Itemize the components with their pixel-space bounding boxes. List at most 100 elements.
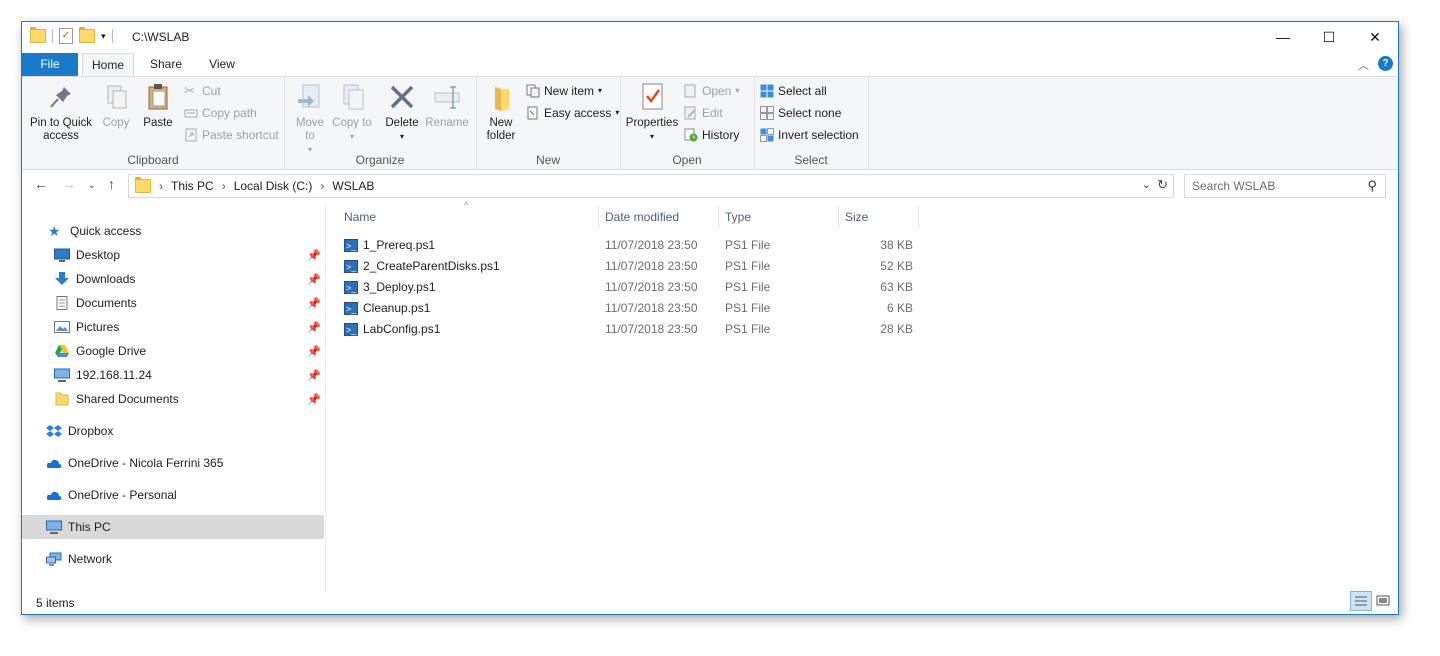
copy-to-button[interactable]: Copy to ▾ — [332, 81, 372, 143]
desktop-icon — [54, 248, 70, 262]
address-dropdown-icon[interactable]: ⌄ — [1142, 178, 1151, 191]
nav-google-drive[interactable]: Google Drive 📌 — [22, 339, 356, 363]
folder-icon — [54, 392, 70, 406]
history-button[interactable]: History — [684, 125, 739, 145]
column-separator[interactable] — [598, 206, 599, 228]
nav-network[interactable]: Network — [22, 547, 348, 571]
breadcrumb-local-disk[interactable]: Local Disk (C:) — [234, 179, 313, 193]
invert-selection-button[interactable]: Invert selection — [760, 125, 859, 145]
refresh-icon[interactable]: ↻ — [1157, 177, 1168, 193]
nav-shared-documents[interactable]: Shared Documents 📌 — [22, 387, 356, 411]
new-folder-label: New folder — [486, 117, 516, 142]
select-none-icon — [760, 106, 774, 120]
select-none-button[interactable]: Select none — [760, 103, 841, 123]
properties-icon[interactable]: ✓ — [59, 28, 73, 44]
paste-shortcut-button[interactable]: Paste shortcut — [184, 125, 279, 145]
file-row[interactable]: >_ 3_Deploy.ps1 11/07/2018 23:50 PS1 File… — [340, 277, 940, 298]
nav-onedrive-personal[interactable]: OneDrive - Personal — [22, 483, 348, 507]
nav-label: Pictures — [76, 320, 120, 334]
column-header-name[interactable]: Name — [344, 202, 594, 232]
copy-button[interactable]: Copy — [98, 81, 134, 130]
file-date: 11/07/2018 23:50 — [605, 259, 698, 273]
minimize-button[interactable]: — — [1260, 22, 1306, 52]
help-icon[interactable]: ? — [1378, 56, 1393, 71]
paste-button[interactable]: Paste — [138, 81, 178, 130]
search-input[interactable]: Search WSLAB ⚲ — [1184, 174, 1386, 198]
new-folder-button[interactable]: New folder — [480, 81, 522, 143]
breadcrumb-this-pc[interactable]: This PC — [171, 179, 214, 193]
up-arrow-icon[interactable]: ↑ — [108, 176, 115, 192]
nav-pictures[interactable]: Pictures 📌 — [22, 315, 356, 339]
easy-access-button[interactable]: Easy access ▾ — [526, 103, 619, 123]
powershell-file-icon: >_ — [344, 323, 358, 337]
copy-path-button[interactable]: Copy path — [184, 103, 257, 123]
large-icons-view-icon — [1376, 595, 1390, 606]
powershell-file-icon: >_ — [344, 239, 358, 253]
file-row[interactable]: >_ 2_CreateParentDisks.ps1 11/07/2018 23:… — [340, 256, 940, 277]
tab-view[interactable]: View — [198, 53, 246, 76]
maximize-button[interactable]: ☐ — [1306, 22, 1352, 52]
back-arrow-icon[interactable]: ← — [34, 176, 48, 192]
nav-documents[interactable]: Documents 📌 — [22, 291, 356, 315]
recent-locations-icon[interactable]: ⌄ — [88, 180, 96, 191]
ribbon-tabs: File Home Share View ︿ ? — [22, 53, 1398, 77]
forward-arrow-icon[interactable]: → — [62, 176, 76, 192]
select-none-label: Select none — [778, 106, 842, 120]
nav-downloads[interactable]: Downloads 📌 — [22, 267, 356, 291]
nav-label: Quick access — [70, 224, 142, 238]
pin-quick-access-button[interactable]: Pin to Quick access — [28, 81, 94, 143]
nav-desktop[interactable]: Desktop 📌 — [22, 243, 356, 267]
toolbar-separator — [111, 29, 113, 43]
column-separator[interactable] — [718, 206, 719, 228]
delete-button[interactable]: Delete ▾ — [382, 81, 422, 143]
details-view-button[interactable] — [1350, 591, 1372, 611]
pin-icon: 📌 — [307, 249, 321, 262]
rename-button[interactable]: Rename — [424, 81, 470, 130]
breadcrumb-wslab[interactable]: WSLAB — [332, 179, 374, 193]
paste-shortcut-label: Paste shortcut — [202, 128, 279, 142]
nav-quick-access[interactable]: ★ Quick access — [22, 219, 350, 243]
file-type: PS1 File — [725, 238, 771, 252]
pane-divider[interactable] — [325, 202, 326, 592]
cut-button[interactable]: ✂ Cut — [184, 81, 221, 101]
properties-button[interactable]: Properties ▾ — [624, 81, 680, 143]
nav-network-share[interactable]: 192.168.11.24 📌 — [22, 363, 356, 387]
file-date: 11/07/2018 23:50 — [605, 301, 698, 315]
move-to-button[interactable]: Move to ▾ — [290, 81, 330, 156]
file-row[interactable]: >_ 1_Prereq.ps1 11/07/2018 23:50 PS1 File… — [340, 235, 940, 256]
open-button[interactable]: Open ▾ — [684, 81, 739, 101]
file-size: 63 KB — [880, 280, 913, 294]
column-header-size[interactable]: Size — [845, 202, 915, 232]
new-item-label: New item — [544, 84, 595, 98]
nav-label: 192.168.11.24 — [76, 368, 152, 382]
nav-dropbox[interactable]: Dropbox — [22, 419, 348, 443]
clipboard-group-label: Clipboard — [127, 153, 179, 167]
nav-this-pc[interactable]: This PC — [22, 515, 324, 539]
column-separator[interactable] — [838, 206, 839, 228]
column-separator[interactable] — [918, 206, 919, 228]
select-group-label: Select — [794, 153, 828, 167]
rename-icon — [431, 81, 463, 113]
large-icons-view-button[interactable] — [1372, 591, 1394, 611]
select-all-button[interactable]: Select all — [760, 81, 827, 101]
collapse-ribbon-icon[interactable]: ︿ — [1358, 57, 1369, 73]
edit-button[interactable]: Edit — [684, 103, 723, 123]
column-header-date[interactable]: Date modified — [605, 202, 715, 232]
customize-toolbar-icon[interactable]: ▾ — [101, 31, 106, 42]
tab-share[interactable]: Share — [142, 53, 190, 76]
nav-onedrive-business[interactable]: OneDrive - Nicola Ferrini 365 — [22, 451, 348, 475]
tab-file[interactable]: File — [22, 53, 78, 76]
select-all-label: Select all — [778, 84, 827, 98]
new-item-button[interactable]: New item ▾ — [526, 81, 602, 101]
address-bar[interactable]: › This PC › Local Disk (C:) › WSLAB ⌄ ↻ — [128, 174, 1174, 198]
file-row[interactable]: >_ LabConfig.ps1 11/07/2018 23:50 PS1 Fil… — [340, 319, 940, 340]
close-button[interactable]: ✕ — [1352, 22, 1398, 52]
column-header-type[interactable]: Type — [725, 202, 835, 232]
tab-home[interactable]: Home — [82, 53, 134, 77]
new-folder-icon[interactable] — [79, 27, 95, 43]
copy-icon — [100, 81, 132, 113]
file-row[interactable]: >_ Cleanup.ps1 11/07/2018 23:50 PS1 File … — [340, 298, 940, 319]
file-type: PS1 File — [725, 322, 771, 336]
folder-icon — [30, 27, 46, 43]
navigation-pane: ★ Quick access Desktop 📌 Downloads 📌 Doc… — [22, 202, 324, 602]
